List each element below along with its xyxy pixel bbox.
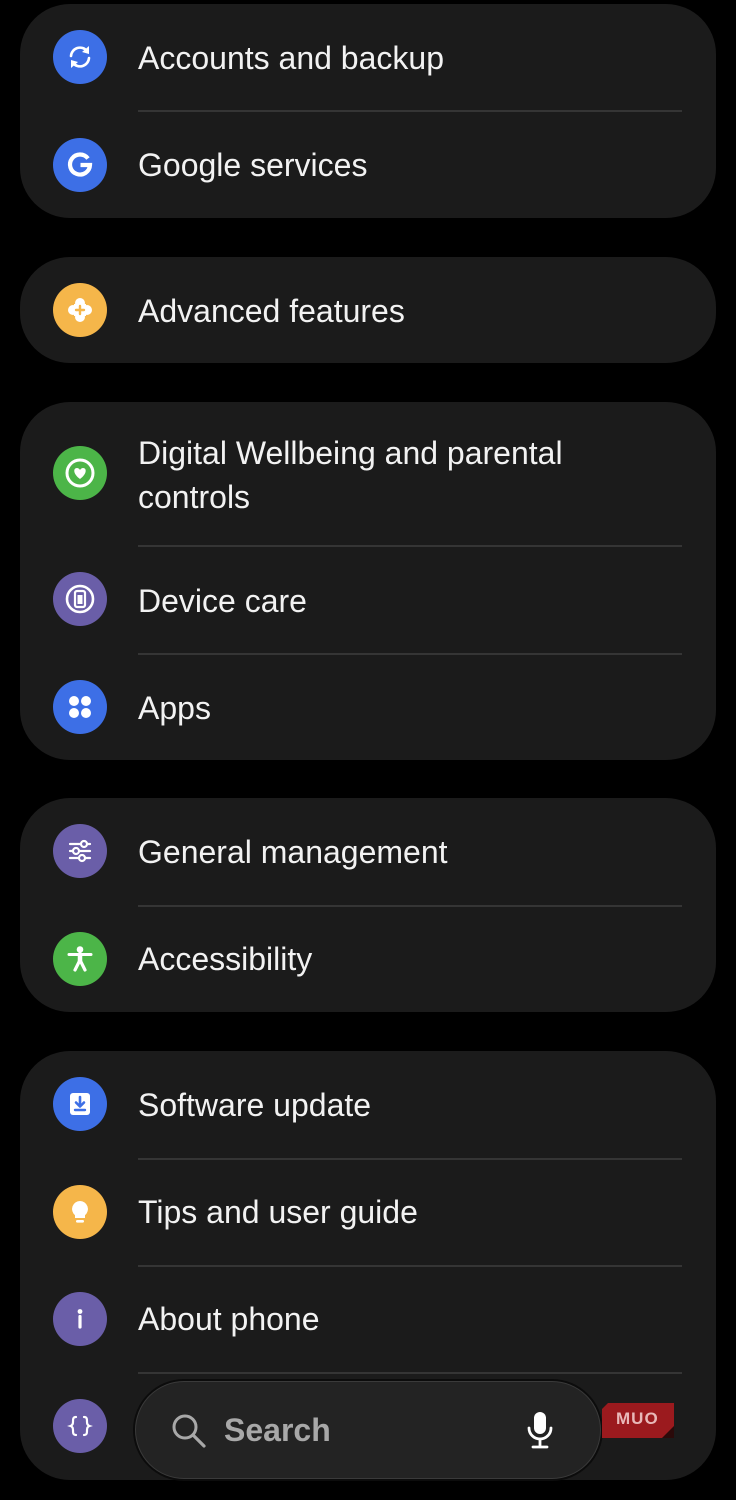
settings-item-digital-wellbeing[interactable]: Digital Wellbeing and parental controls bbox=[20, 402, 716, 546]
sync-icon bbox=[53, 30, 107, 84]
settings-group-management: General management Accessibility bbox=[20, 798, 716, 1012]
search-label[interactable]: Search bbox=[224, 1408, 331, 1452]
settings-group-advanced: Advanced features bbox=[20, 257, 716, 363]
settings-item-tips-and-user-guide[interactable]: Tips and user guide bbox=[20, 1158, 716, 1265]
settings-item-label: Device care bbox=[138, 583, 307, 619]
person-icon bbox=[53, 932, 107, 986]
google-g-icon bbox=[53, 138, 107, 192]
braces-icon bbox=[53, 1399, 107, 1453]
four-dots-icon bbox=[53, 680, 107, 734]
watermark-logo: MUO bbox=[602, 1403, 674, 1438]
settings-item-advanced-features[interactable]: Advanced features bbox=[20, 257, 716, 363]
settings-item-label: Tips and user guide bbox=[138, 1194, 418, 1230]
settings-item-software-update[interactable]: Software update bbox=[20, 1051, 716, 1158]
settings-item-label: About phone bbox=[138, 1301, 320, 1337]
microphone-icon[interactable] bbox=[524, 1410, 556, 1450]
sliders-icon bbox=[53, 824, 107, 878]
settings-item-general-management[interactable]: General management bbox=[20, 798, 716, 905]
settings-item-label: Apps bbox=[138, 690, 211, 726]
settings-item-label: Digital Wellbeing and parental controls bbox=[138, 435, 563, 515]
settings-item-google-services[interactable]: Google services bbox=[20, 111, 716, 218]
settings-item-label: General management bbox=[138, 834, 448, 870]
settings-item-label: Accessibility bbox=[138, 941, 313, 977]
puzzle-plus-icon bbox=[53, 283, 107, 337]
search-icon[interactable] bbox=[170, 1412, 208, 1450]
settings-item-accounts-and-backup[interactable]: Accounts and backup bbox=[20, 4, 716, 111]
settings-group-wellbeing: Digital Wellbeing and parental controls … bbox=[20, 402, 716, 760]
battery-ring-icon bbox=[53, 572, 107, 626]
search-bar[interactable]: Search bbox=[135, 1381, 601, 1479]
settings-item-apps[interactable]: Apps bbox=[20, 653, 716, 760]
download-icon bbox=[53, 1077, 107, 1131]
lightbulb-icon bbox=[53, 1185, 107, 1239]
heart-ring-icon bbox=[53, 446, 107, 500]
settings-item-label: Software update bbox=[138, 1087, 372, 1123]
watermark-text: MUO bbox=[616, 1409, 659, 1428]
settings-item-label: Advanced features bbox=[138, 293, 405, 329]
settings-item-device-care[interactable]: Device care bbox=[20, 546, 716, 653]
settings-item-about-phone[interactable]: About phone bbox=[20, 1265, 716, 1372]
settings-item-label: Accounts and backup bbox=[138, 40, 444, 76]
settings-item-accessibility[interactable]: Accessibility bbox=[20, 905, 716, 1012]
settings-group-accounts: Accounts and backup Google services bbox=[20, 4, 716, 218]
settings-item-label: Google services bbox=[138, 147, 368, 183]
info-icon bbox=[53, 1292, 107, 1346]
